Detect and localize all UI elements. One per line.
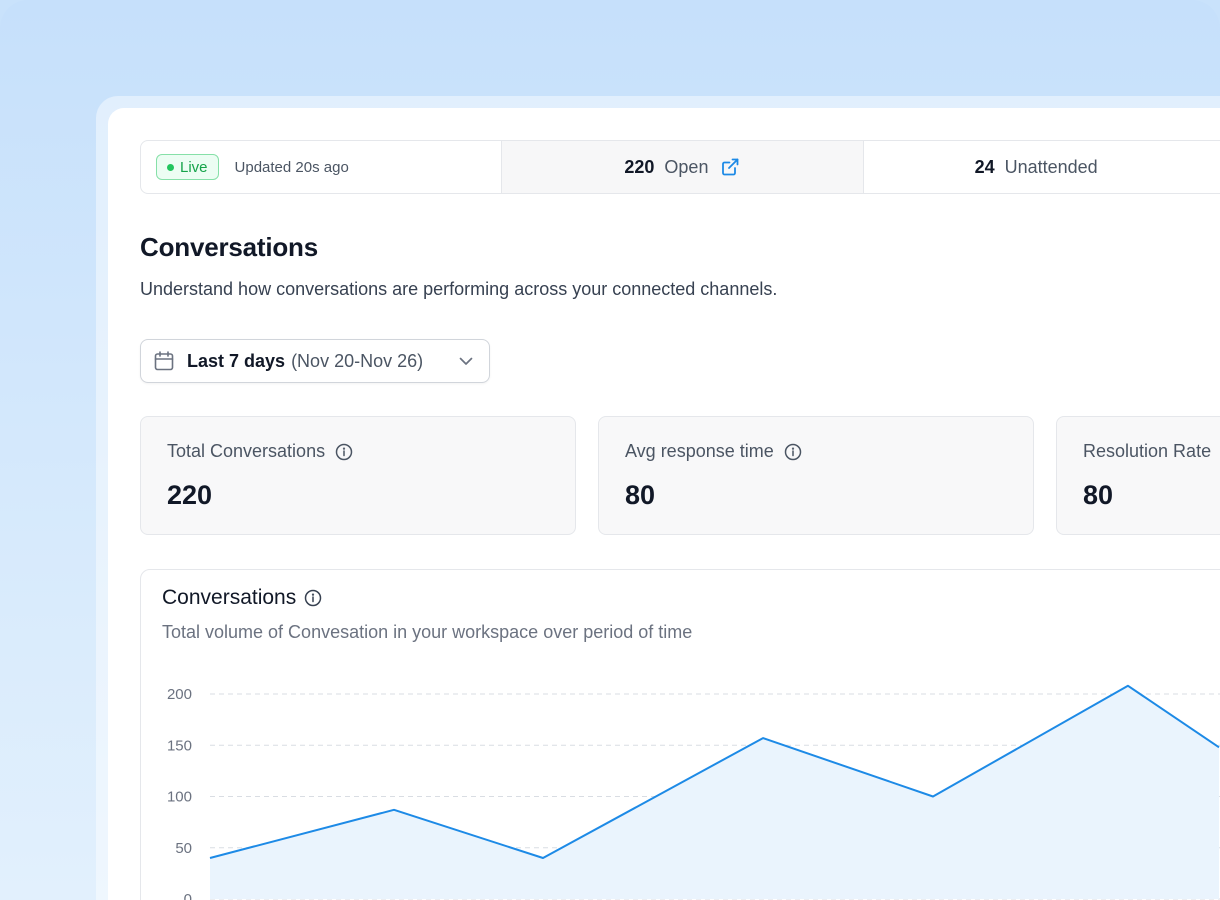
stat-card-total-conversations: Total Conversations 220 <box>140 416 576 535</box>
stat-label-container: Resolution Rate <box>1083 441 1211 462</box>
live-badge: Live <box>156 154 219 180</box>
y-tick-label: 150 <box>167 737 192 754</box>
y-tick-label: 0 <box>184 891 192 900</box>
external-link-icon[interactable] <box>720 157 740 177</box>
open-conversations-cell[interactable]: 220 Open <box>502 141 864 193</box>
chevron-down-icon <box>457 352 475 370</box>
stat-value: 80 <box>625 480 656 510</box>
y-tick-label: 200 <box>167 686 192 703</box>
y-tick-label: 100 <box>167 789 192 806</box>
date-range-label: Last 7 days <box>187 350 286 371</box>
dashboard-panel: Live Updated 20s ago 220 Open 24 Unatten… <box>108 108 1220 900</box>
conversations-chart-card: Conversations Total volume of Convesatio… <box>140 569 1220 900</box>
updated-timestamp: Updated 20s ago <box>234 158 349 176</box>
stat-label: Resolution Rate <box>1083 441 1212 461</box>
info-icon[interactable] <box>335 443 353 461</box>
area-chart: 200 150 100 50 0 <box>167 684 1220 900</box>
page-subtitle: Understand how conversations are perform… <box>140 279 778 299</box>
unattended-count: 24 <box>974 156 995 177</box>
date-range-dropdown[interactable]: Last 7 days (Nov 20-Nov 26) <box>140 339 490 383</box>
status-bar: Live Updated 20s ago 220 Open 24 Unatten… <box>140 140 1220 194</box>
unattended-label: Unattended <box>1004 156 1098 177</box>
live-status-cell: Live Updated 20s ago <box>141 141 503 193</box>
stat-card-avg-response-time: Avg response time 80 <box>598 416 1034 535</box>
page-title: Conversations <box>140 232 319 262</box>
stat-card-resolution-rate: Resolution Rate 80 <box>1056 416 1220 535</box>
stat-label-container: Avg response time <box>625 441 802 462</box>
stat-label: Total Conversations <box>167 441 326 461</box>
live-dot-icon <box>167 163 174 171</box>
y-tick-label: 50 <box>175 840 192 857</box>
open-count: 220 <box>624 156 655 177</box>
open-label: Open <box>664 156 709 177</box>
stat-label: Avg response time <box>625 441 774 461</box>
series-area <box>210 685 1219 899</box>
date-range-dates: (Nov 20-Nov 26) <box>291 350 424 371</box>
calendar-icon <box>153 350 175 372</box>
live-label: Live <box>180 158 208 176</box>
info-icon[interactable] <box>784 443 802 461</box>
stat-value: 80 <box>1083 480 1114 510</box>
stat-value: 220 <box>167 480 213 510</box>
unattended-conversations-cell[interactable]: 24 Unattended <box>864 141 1220 193</box>
stat-label-container: Total Conversations <box>167 441 353 462</box>
